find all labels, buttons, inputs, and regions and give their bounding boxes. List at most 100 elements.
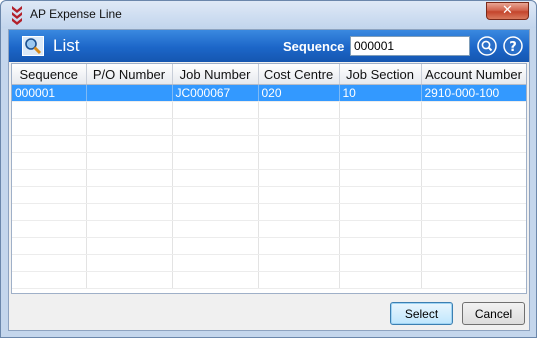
empty-table-row [12,271,526,289]
empty-cell [339,152,422,170]
column-header-po-number[interactable]: P/O Number [86,64,173,85]
app-chevron-icon [12,6,22,25]
dialog-body: List Sequence ? Sequence [8,29,530,331]
empty-cell [339,186,422,204]
empty-cell [172,203,259,221]
empty-cell [86,254,173,272]
empty-cell [421,135,526,153]
empty-cell [258,220,340,238]
empty-cell [12,169,87,187]
column-header-sequence[interactable]: Sequence [12,64,87,85]
empty-cell [12,118,87,136]
empty-cell [12,237,87,255]
empty-cell [421,237,526,255]
empty-cell [172,101,259,119]
empty-cell [86,271,173,289]
help-icon[interactable]: ? [503,36,523,56]
empty-cell [421,254,526,272]
close-button[interactable]: ✕ [486,2,529,20]
empty-cell [421,152,526,170]
empty-cell [421,169,526,187]
cell-job-number: JC000067 [172,84,259,102]
empty-cell [339,254,422,272]
empty-cell [339,118,422,136]
empty-table-row [12,186,526,204]
empty-table-row [12,118,526,136]
empty-cell [12,186,87,204]
empty-cell [172,152,259,170]
list-title: List [53,36,80,55]
empty-cell [421,101,526,119]
empty-cell [172,271,259,289]
sequence-label: Sequence [283,39,345,54]
search-icon[interactable] [477,36,497,56]
svg-text:?: ? [509,40,517,55]
empty-cell [339,220,422,238]
empty-cell [339,101,422,119]
empty-cell [172,237,259,255]
results-table: Sequence P/O Number Job Number Cost Cent… [12,64,526,289]
empty-table-row [12,152,526,170]
empty-cell [86,237,173,255]
column-header-job-section[interactable]: Job Section [339,64,422,85]
close-icon: ✕ [502,3,513,18]
empty-cell [12,220,87,238]
empty-cell [258,237,340,255]
empty-cell [12,152,87,170]
column-header-account-number[interactable]: Account Number [421,64,526,85]
empty-table-row [12,135,526,153]
empty-cell [172,118,259,136]
empty-cell [339,135,422,153]
header-row: Sequence P/O Number Job Number Cost Cent… [12,64,526,85]
empty-cell [12,271,87,289]
empty-cell [172,186,259,204]
empty-table-row [12,220,526,238]
empty-cell [258,152,340,170]
magnifier-list-icon [22,36,44,56]
empty-cell [421,203,526,221]
empty-table-row [12,254,526,272]
empty-cell [172,135,259,153]
cell-sequence: 000001 [12,84,87,102]
title-bar: AP Expense Line ✕ [1,1,536,28]
empty-cell [172,254,259,272]
empty-cell [339,203,422,221]
empty-cell [86,135,173,153]
empty-cell [86,169,173,187]
empty-cell [86,152,173,170]
cancel-button[interactable]: Cancel [462,302,525,325]
empty-cell [86,118,173,136]
sequence-input[interactable] [350,36,470,56]
column-header-cost-centre[interactable]: Cost Centre [258,64,340,85]
select-button[interactable]: Select [390,302,453,325]
empty-cell [258,118,340,136]
list-header: List Sequence ? [9,30,529,62]
empty-cell [339,237,422,255]
cell-po-number [86,84,173,102]
empty-cell [258,135,340,153]
empty-cell [12,101,87,119]
empty-cell [339,169,422,187]
cell-cost-centre: 020 [258,84,340,102]
empty-table-row [12,169,526,187]
empty-table-row [12,203,526,221]
grid-body: 000001 JC000067 020 10 2910-000-100 [12,84,526,289]
empty-cell [12,135,87,153]
empty-cell [421,220,526,238]
empty-cell [258,271,340,289]
window-title: AP Expense Line [30,7,122,21]
empty-cell [421,271,526,289]
table-row[interactable]: 000001 JC000067 020 10 2910-000-100 [12,84,526,102]
window: AP Expense Line ✕ List Sequence ? [0,0,537,338]
results-grid[interactable]: Sequence P/O Number Job Number Cost Cent… [11,63,527,294]
column-header-job-number[interactable]: Job Number [172,64,259,85]
empty-cell [339,271,422,289]
empty-cell [258,186,340,204]
empty-cell [86,101,173,119]
empty-cell [86,186,173,204]
empty-cell [86,203,173,221]
empty-cell [258,101,340,119]
empty-cell [258,169,340,187]
empty-cell [172,220,259,238]
empty-cell [12,254,87,272]
